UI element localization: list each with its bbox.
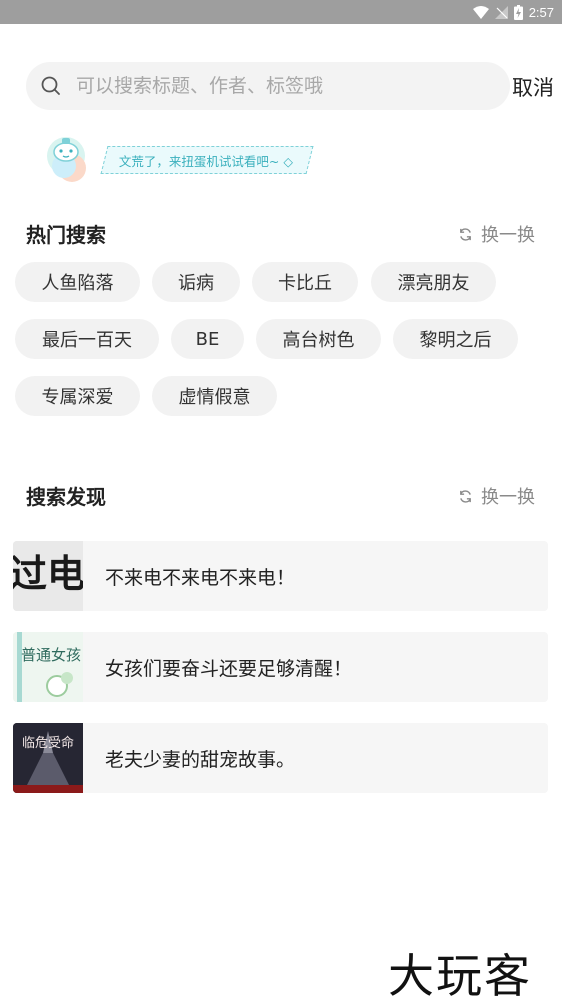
hot-tag[interactable]: 人鱼陷落 <box>15 262 140 302</box>
hot-search-refresh-button[interactable]: 换一换 <box>458 221 535 247</box>
cover-art: 普通女孩 <box>13 632 83 702</box>
cancel-button[interactable]: 取消 <box>512 72 554 102</box>
hot-tag[interactable]: 黎明之后 <box>393 319 518 359</box>
discover-item[interactable]: 临危受命 老夫少妻的甜宠故事。 <box>13 723 548 793</box>
wifi-icon <box>472 5 489 19</box>
status-bar: 2:57 <box>0 0 562 24</box>
cover-art: 临危受命 <box>13 723 83 793</box>
hot-tag[interactable]: BE <box>171 319 244 359</box>
book-cover-image: 过电 <box>13 541 83 611</box>
search-input[interactable] <box>76 75 476 97</box>
hot-tag[interactable]: 最后一百天 <box>15 319 159 359</box>
watermark-logo: 大玩客 <box>388 949 532 1000</box>
search-bar[interactable] <box>26 62 510 110</box>
hot-tag[interactable]: 高台树色 <box>256 319 381 359</box>
gacha-banner[interactable]: 文荒了，来扭蛋机试试看吧~ ◇ <box>44 132 314 190</box>
hot-tag[interactable]: 虚情假意 <box>152 376 277 416</box>
book-cover-image: 普通女孩 <box>13 632 83 702</box>
hot-tag[interactable]: 诟病 <box>152 262 240 302</box>
refresh-icon <box>460 489 471 503</box>
hot-tag[interactable]: 漂亮朋友 <box>371 262 496 302</box>
no-signal-icon <box>494 5 508 19</box>
status-time: 2:57 <box>528 4 554 20</box>
hot-tag[interactable]: 卡比丘 <box>252 262 358 302</box>
discover-item-text: 不来电不来电不来电！ <box>105 566 296 589</box>
discover-title: 搜索发现 <box>26 485 106 509</box>
gacha-text: 文荒了，来扭蛋机试试看吧~ ◇ <box>119 153 294 169</box>
refresh-label: 换一换 <box>481 487 535 508</box>
discover-refresh-button[interactable]: 换一换 <box>458 483 535 509</box>
hot-tag[interactable]: 专属深爱 <box>15 376 140 416</box>
hot-search-title: 热门搜索 <box>26 223 106 247</box>
battery-charging-icon <box>513 4 523 20</box>
cover-art: 过电 <box>13 541 83 611</box>
search-icon <box>41 76 60 95</box>
gacha-machine-icon <box>47 137 86 182</box>
discover-item[interactable]: 普通女孩 女孩们要奋斗还要足够清醒！ <box>13 632 548 702</box>
cover-title: 普通女孩 <box>21 646 81 664</box>
refresh-label: 换一换 <box>481 225 535 246</box>
refresh-icon <box>460 227 471 241</box>
discover-item[interactable]: 过电 不来电不来电不来电！ <box>13 541 548 611</box>
discover-item-text: 老夫少妻的甜宠故事。 <box>105 748 296 771</box>
book-cover-image: 临危受命 <box>13 723 83 793</box>
gacha-bubble: 文荒了，来扭蛋机试试看吧~ ◇ <box>100 146 314 174</box>
cover-title: 临危受命 <box>22 735 74 751</box>
discover-item-text: 女孩们要奋斗还要足够清醒！ <box>105 657 353 680</box>
cover-title: 过电 <box>13 552 83 596</box>
status-icons: 2:57 <box>472 3 554 21</box>
